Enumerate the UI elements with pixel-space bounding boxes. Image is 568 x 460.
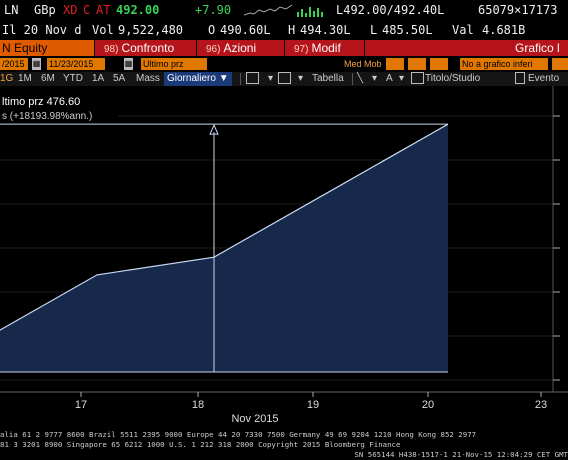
- footer-line-3: SN 565144 H438-1517-1 21-Nov-15 12:04:29…: [354, 450, 568, 459]
- period-ytd[interactable]: YTD: [63, 72, 83, 86]
- menu-confronto[interactable]: 98) Confronto: [104, 40, 174, 56]
- moving-average-field-3[interactable]: [430, 58, 448, 70]
- calendar-icon[interactable]: ▦: [32, 58, 41, 70]
- moving-average-label: Med Mob: [344, 59, 382, 69]
- period-max[interactable]: Mass: [136, 72, 160, 86]
- menu-modif[interactable]: 97) Modif: [294, 40, 341, 56]
- x-tick-label: 20: [422, 399, 434, 411]
- low-label: L: [370, 23, 378, 37]
- volume: 9,522,480: [118, 23, 184, 37]
- title-studio-icon[interactable]: [411, 72, 424, 86]
- event-icon[interactable]: [515, 72, 525, 86]
- x-tick-label: 23: [535, 399, 547, 411]
- last-price: 492.00: [116, 3, 160, 17]
- text-icon[interactable]: A: [386, 72, 393, 86]
- calendar-icon[interactable]: ▦: [124, 58, 133, 70]
- date-label: Il 20 Nov d: [2, 23, 82, 37]
- period-1d[interactable]: 1G: [0, 72, 13, 86]
- val-value: 4.681B: [482, 23, 526, 37]
- menu-number: 97): [294, 44, 309, 55]
- candle-icon[interactable]: [278, 72, 291, 86]
- footer-line-1: alia 61 2 9777 8600 Brazil 5511 2395 900…: [0, 430, 476, 439]
- high-label: H: [288, 23, 296, 37]
- end-date-field[interactable]: 11/23/2015: [47, 58, 105, 70]
- flag-xd: XD: [63, 3, 78, 17]
- low-value: 485.50L: [382, 23, 433, 37]
- menu-bar: N Equity 98) Confronto 96) Azioni 97) Modif…: [0, 40, 568, 56]
- table-button[interactable]: Tabella: [312, 72, 344, 86]
- bid-ask: L492.00/492.40L: [336, 3, 445, 17]
- sparkline-icon: [244, 4, 293, 16]
- period-1m[interactable]: 1M: [18, 72, 32, 86]
- period-5y[interactable]: 5A: [113, 72, 125, 86]
- footer-line-2: 81 3 3201 8900 Singapore 65 6212 1000 U.…: [0, 440, 401, 449]
- price-change: +7.90: [195, 3, 232, 17]
- moving-average-field[interactable]: [386, 58, 404, 70]
- bid-ask-size: 65079×17173: [478, 3, 558, 17]
- x-tick-label: 17: [75, 399, 87, 411]
- at-label: AT: [96, 3, 111, 17]
- ticker: LN: [4, 3, 19, 17]
- title-studio-button[interactable]: Titolo/Studio: [425, 72, 480, 86]
- menu-number: 96): [206, 44, 221, 55]
- parameters-row: /2015 ▦ 11/23/2015 ▦ Ultimo prz Med Mob …: [0, 57, 568, 71]
- val-label: Val: [452, 23, 474, 37]
- x-axis-title: Nov 2015: [231, 413, 278, 425]
- open-value: 490.60L: [220, 23, 271, 37]
- event-button[interactable]: Evento: [528, 72, 559, 86]
- x-tick-label: 18: [192, 399, 204, 411]
- x-tick-label: 19: [307, 399, 319, 411]
- volume-bars-icon: [297, 7, 323, 17]
- menu-label: Modif: [311, 41, 341, 55]
- lower-chart-extra[interactable]: [552, 58, 568, 70]
- menu-label: Confronto: [121, 41, 175, 55]
- menu-grafico[interactable]: Grafico l: [515, 40, 560, 56]
- price-chart[interactable]: ltimo prz 476.60 s (+18193.98%ann.) 17 18…: [0, 86, 568, 460]
- currency: GBp: [34, 3, 56, 17]
- chevron-down-icon[interactable]: ▾: [372, 72, 377, 86]
- lower-chart-select[interactable]: No a grafico inferi: [460, 58, 548, 70]
- flag-c: C: [83, 3, 91, 17]
- vol-label: Vol: [92, 23, 114, 37]
- toolbar: 1G 1M 6M YTD 1A 5A Mass Giornaliero ▼ ▾ …: [0, 72, 568, 86]
- field-select[interactable]: Ultimo prz: [141, 58, 207, 70]
- chevron-down-icon[interactable]: ▾: [298, 72, 303, 86]
- quote-row-2: Il 20 Nov d Vol 9,522,480 O 490.60L H 49…: [0, 21, 568, 39]
- period-1y[interactable]: 1A: [92, 72, 104, 86]
- moving-average-field-2[interactable]: [408, 58, 426, 70]
- draw-line-icon[interactable]: ╲: [357, 72, 363, 86]
- quote-row-1: LN GBp XD C AT 492.00 +7.90 L492.00/492.…: [0, 0, 568, 20]
- frequency-select[interactable]: Giornaliero ▼: [164, 72, 232, 86]
- chevron-down-icon[interactable]: ▾: [399, 72, 404, 86]
- equity-security-field[interactable]: N Equity: [0, 40, 94, 56]
- period-6m[interactable]: 6M: [41, 72, 55, 86]
- line-chart-icon[interactable]: [246, 72, 259, 86]
- menu-azioni[interactable]: 96) Azioni: [206, 40, 256, 56]
- menu-number: 98): [104, 44, 119, 55]
- legend-return: s (+18193.98%ann.): [2, 111, 92, 122]
- menu-label: Azioni: [223, 41, 257, 55]
- chart-type-dropdown-icon[interactable]: ▾: [268, 72, 273, 86]
- high-value: 494.30L: [300, 23, 351, 37]
- open-label: O: [208, 23, 216, 37]
- legend-last-price: ltimo prz 476.60: [2, 96, 80, 108]
- start-date-field[interactable]: /2015: [0, 58, 28, 70]
